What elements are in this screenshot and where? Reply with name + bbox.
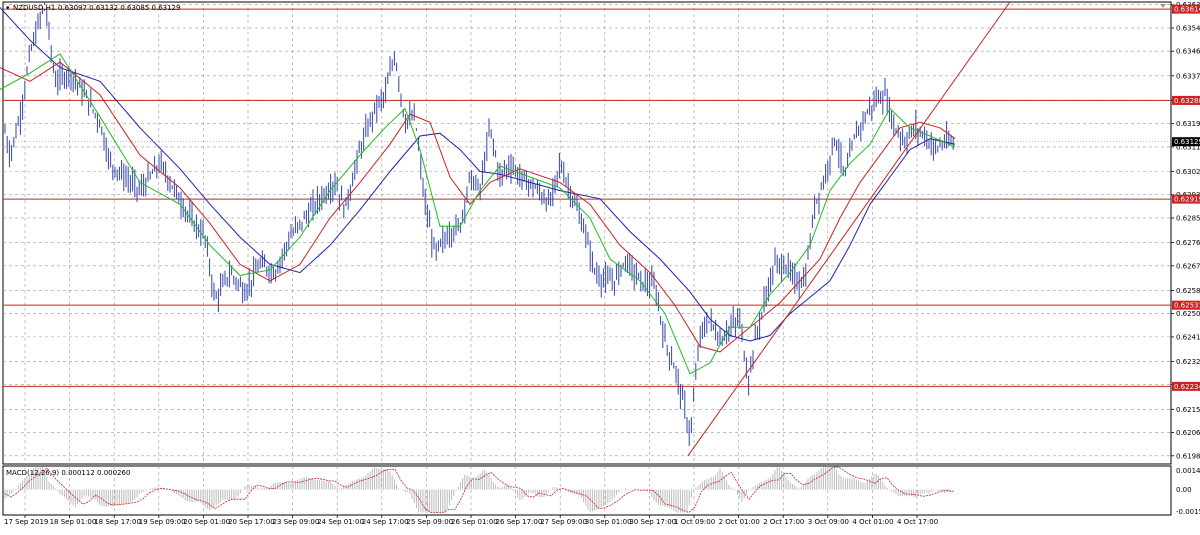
time-tick-label: 24 Sep 01:00 xyxy=(317,518,364,526)
time-tick-label: 17 Sep 2019 xyxy=(4,518,48,526)
time-tick-label: 4 Oct 01:00 xyxy=(852,518,893,526)
level-price-tag-label: 0.63280 xyxy=(1174,97,1200,105)
price-tick-label: 0.62065 xyxy=(1176,429,1200,437)
time-tick-label: 24 Sep 17:00 xyxy=(362,518,409,526)
price-tick-label: 0.62675 xyxy=(1176,262,1200,270)
price-tick-label: 0.62150 xyxy=(1176,406,1200,414)
level-price-tag-label: 0.62234 xyxy=(1174,383,1200,391)
level-price-tag-label: 0.63614 xyxy=(1174,6,1200,14)
price-tick-label: 0.63370 xyxy=(1176,72,1200,80)
chart-symbol-label: NZDUSD,H1 xyxy=(13,4,55,12)
time-tick-label: 3 Oct 09:00 xyxy=(808,518,849,526)
macd-signal-line xyxy=(4,466,954,513)
price-tick-label: 0.61980 xyxy=(1176,452,1200,460)
time-tick-label: 30 Sep 01:00 xyxy=(585,518,632,526)
chart-title-arrow: ▾ xyxy=(6,4,10,12)
trend-line xyxy=(687,1,1011,457)
ma-fast-line xyxy=(0,53,956,375)
time-tick-label: 30 Sep 17:00 xyxy=(629,518,676,526)
candles-layer xyxy=(4,2,954,446)
price-tick-label: 0.62585 xyxy=(1176,287,1200,295)
level-price-tag-label: 0.62531 xyxy=(1174,302,1200,310)
macd-layer: 0.001477 0.00 -0.00159 xyxy=(4,466,1200,516)
chart-window[interactable]: 0.636300.635450.634600.633700.632800.631… xyxy=(0,0,1200,531)
level-price-tag-label: 0.62919 xyxy=(1174,196,1200,204)
time-tick-label: 2 Oct 01:00 xyxy=(719,518,760,526)
price-tick-label: 0.62415 xyxy=(1176,333,1200,341)
time-tick-label: 4 Oct 17:00 xyxy=(897,518,938,526)
time-tick-label: 23 Sep 09:00 xyxy=(273,518,320,526)
time-tick-label: 25 Sep 09:00 xyxy=(406,518,453,526)
price-tick-label: 0.63545 xyxy=(1176,24,1200,32)
price-tick-label: 0.63020 xyxy=(1176,168,1200,176)
macd-scale-label: 0.001477 xyxy=(1176,467,1200,475)
time-tick-label: 19 Sep 09:00 xyxy=(139,518,186,526)
time-tick-label: 1 Oct 09:00 xyxy=(674,518,715,526)
price-chart[interactable]: 0.636300.635450.634600.633700.632800.631… xyxy=(0,0,1200,531)
time-tick-label: 2 Oct 17:00 xyxy=(763,518,804,526)
time-tick-label: 26 Sep 01:00 xyxy=(451,518,498,526)
chart-ohlc-values: 0.63097 0.63132 0.63085 0.63129 xyxy=(58,4,180,12)
levels-layer xyxy=(3,8,1171,387)
price-tick-label: 0.62325 xyxy=(1176,358,1200,366)
main-panel-border xyxy=(2,1,1172,465)
price-tick-label: 0.63460 xyxy=(1176,48,1200,56)
price-tick-label: 0.62500 xyxy=(1176,310,1200,318)
macd-scale-label: -0.00159 xyxy=(1176,508,1200,516)
grid-layer xyxy=(3,2,1171,515)
time-tick-label: 26 Sep 17:00 xyxy=(496,518,543,526)
macd-label: MACD(12,26,9) 0.000112 0.000260 xyxy=(6,469,130,477)
macd-scale-label: 0.00 xyxy=(1176,486,1192,494)
ma-mid-line xyxy=(0,61,956,353)
current-price-tag-label: 0.63129 xyxy=(1174,138,1200,146)
time-tick-label: 27 Sep 09:00 xyxy=(540,518,587,526)
time-tick-label: 18 Sep 17:00 xyxy=(94,518,141,526)
chart-shift-marker[interactable] xyxy=(1160,4,1166,8)
time-axis: 17 Sep 2019 18 Sep 01:0018 Sep 17:0019 Se… xyxy=(4,515,938,526)
time-tick-label: 20 Sep 01:00 xyxy=(183,518,230,526)
price-tick-label: 0.62850 xyxy=(1176,214,1200,222)
time-tick-label: 18 Sep 01:00 xyxy=(50,518,97,526)
price-axis: 0.636300.635450.634600.633700.632800.631… xyxy=(3,1,1200,460)
trend-layer xyxy=(687,1,1011,457)
price-tick-label: 0.63195 xyxy=(1176,120,1200,128)
price-tick-label: 0.62760 xyxy=(1176,239,1200,247)
time-tick-label: 20 Sep 17:00 xyxy=(228,518,275,526)
